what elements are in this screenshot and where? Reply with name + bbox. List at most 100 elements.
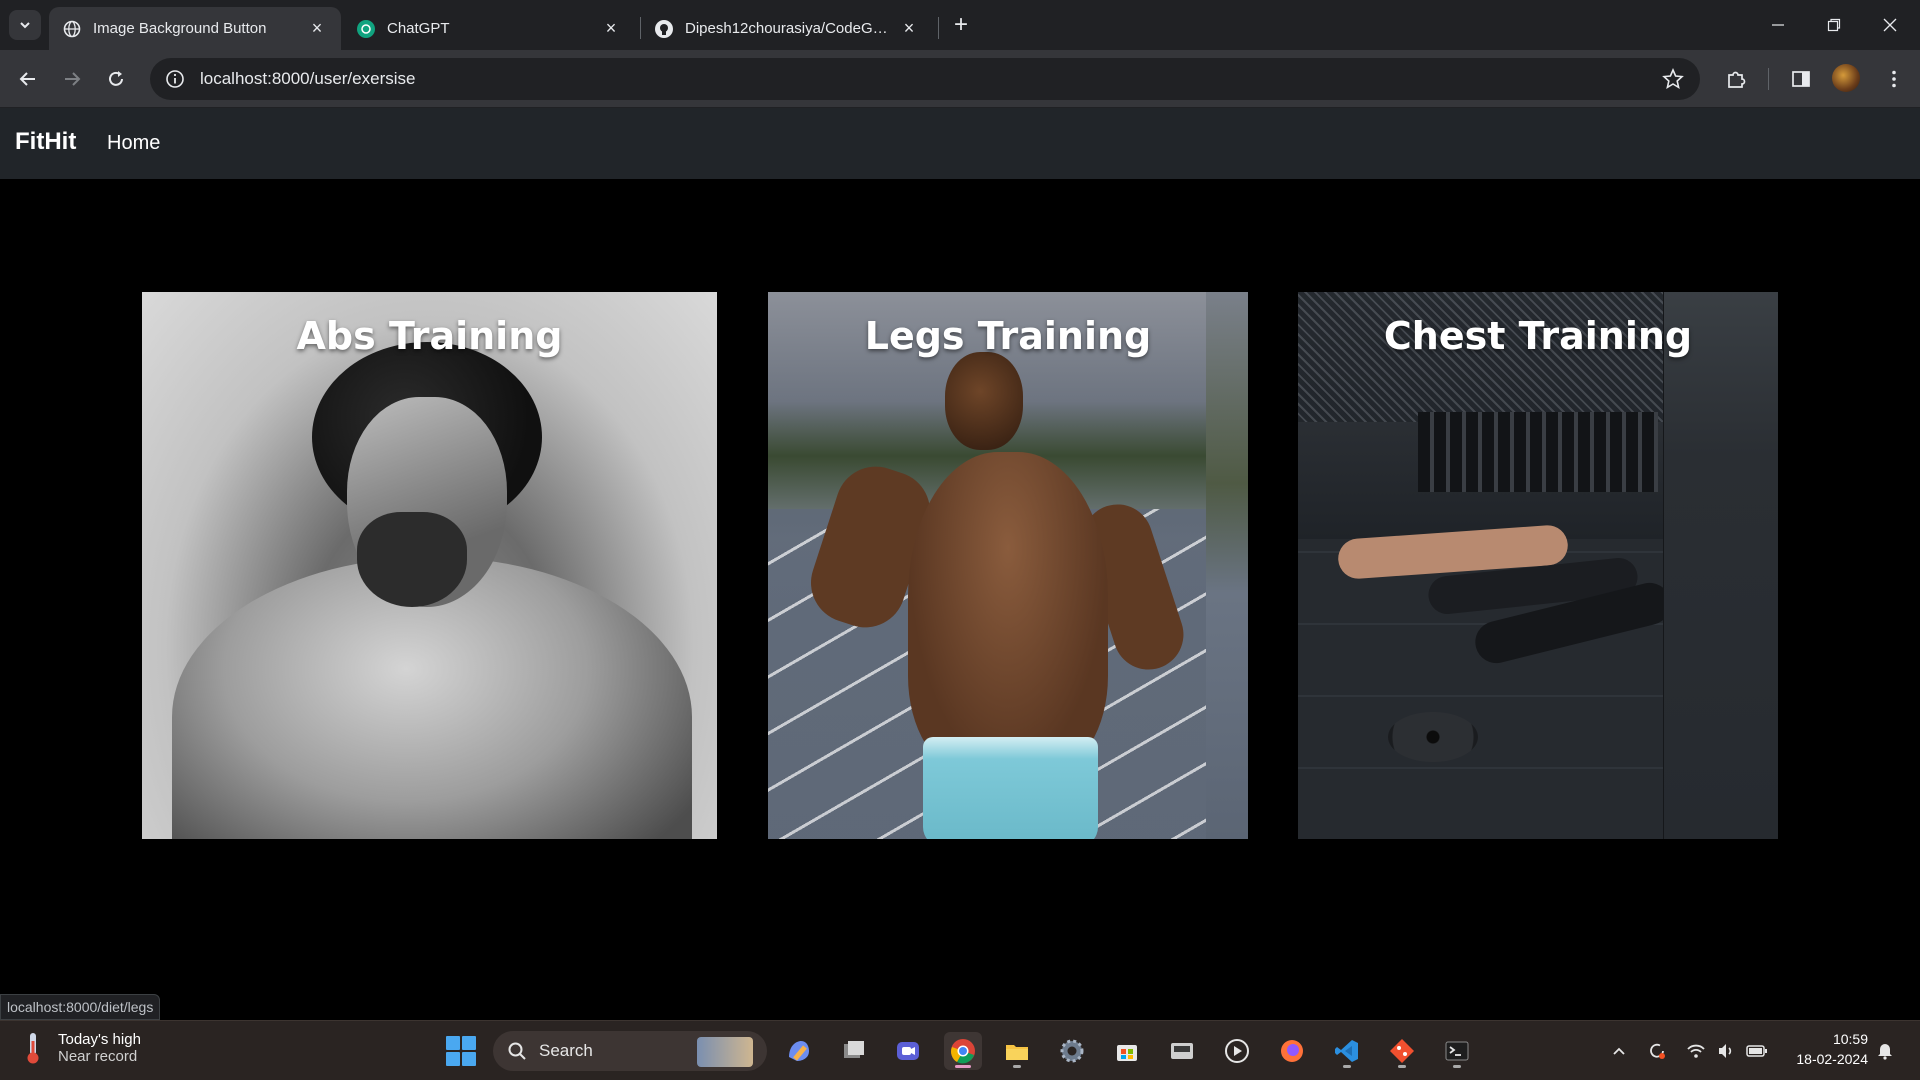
thermometer-icon: [27, 1033, 39, 1064]
terminal-app[interactable]: [1438, 1032, 1476, 1070]
tab-search-button[interactable]: [9, 10, 41, 40]
weather-subtitle: Near record: [58, 1048, 138, 1065]
photo-detail: [908, 452, 1108, 772]
wifi-tray-button[interactable]: [1684, 1039, 1708, 1063]
back-arrow-icon: [19, 72, 35, 86]
photo-detail: [1663, 292, 1778, 839]
system-clock[interactable]: 10:59 18-02-2024: [1780, 1029, 1868, 1069]
more-vertical-icon: [1892, 70, 1896, 88]
tab-title: Dipesh12chourasiya/CodeGym:: [685, 20, 891, 37]
search-icon: [508, 1042, 526, 1060]
brand-logo-link[interactable]: FitHit: [15, 128, 76, 156]
tab-strip: Image Background Button × ChatGPT × Dipe…: [0, 0, 1920, 50]
git-app[interactable]: [1383, 1032, 1421, 1070]
file-explorer-icon: [1006, 1045, 1028, 1060]
puzzle-icon: [1728, 71, 1746, 88]
sync-tray-button[interactable]: [1645, 1039, 1669, 1063]
address-bar[interactable]: localhost:8000/user/exersise: [150, 58, 1700, 100]
terminal-icon: [1445, 1041, 1469, 1061]
tab-separator: [938, 17, 939, 39]
side-panel-icon: [1792, 71, 1810, 87]
firefox-app[interactable]: [1273, 1032, 1311, 1070]
tab-github[interactable]: Dipesh12chourasiya/CodeGym: ×: [641, 7, 933, 50]
chevron-down-icon: [20, 22, 30, 29]
chrome-icon: [951, 1039, 975, 1064]
reload-button[interactable]: [100, 63, 132, 95]
meet-icon: [897, 1042, 919, 1060]
toolbar-divider: [1768, 68, 1769, 90]
vscode-app[interactable]: [1328, 1032, 1366, 1070]
vm-app[interactable]: [1163, 1032, 1201, 1070]
task-view-icon: [844, 1041, 864, 1058]
tab-chatgpt[interactable]: ChatGPT ×: [343, 7, 635, 50]
card-label: Abs Training: [296, 314, 563, 358]
meet-app[interactable]: [889, 1032, 927, 1070]
clock-date: 18-02-2024: [1796, 1051, 1868, 1067]
clock-time: 10:59: [1832, 1031, 1868, 1047]
show-hidden-icons-button[interactable]: [1607, 1039, 1631, 1063]
back-button[interactable]: [12, 63, 44, 95]
abs-training-button[interactable]: Abs Training: [142, 292, 717, 839]
card-label: Legs Training: [864, 314, 1152, 358]
copilot-app[interactable]: [780, 1032, 818, 1070]
photo-detail: [923, 737, 1098, 839]
close-window-button[interactable]: [1862, 0, 1918, 50]
settings-app[interactable]: [1053, 1032, 1091, 1070]
git-icon: [1390, 1039, 1414, 1063]
profile-avatar[interactable]: [1832, 64, 1860, 92]
photo-detail: [357, 512, 467, 607]
legs-training-button[interactable]: Legs Training: [768, 292, 1248, 839]
forward-button[interactable]: [56, 63, 88, 95]
browser-toolbar: localhost:8000/user/exersise: [0, 50, 1920, 108]
url-text[interactable]: localhost:8000/user/exersise: [200, 69, 415, 89]
bell-icon: [1878, 1044, 1892, 1060]
chest-training-button[interactable]: Chest Training: [1298, 292, 1778, 839]
nav-home-link[interactable]: Home: [107, 132, 160, 155]
extensions-button[interactable]: [1722, 65, 1750, 93]
volume-icon: [1719, 1044, 1732, 1058]
windows-taskbar: Today's high Near record Search 10:59 18…: [0, 1020, 1920, 1080]
site-info-icon[interactable]: [164, 68, 186, 90]
close-tab-icon[interactable]: ×: [601, 18, 621, 39]
close-tab-icon[interactable]: ×: [899, 18, 919, 39]
task-view-app[interactable]: [835, 1032, 873, 1070]
taskbar-search[interactable]: Search: [493, 1031, 767, 1071]
chatgpt-icon: [357, 19, 375, 38]
media-player-app[interactable]: [1218, 1032, 1256, 1070]
new-tab-button[interactable]: +: [948, 12, 974, 38]
github-icon: [655, 19, 673, 38]
store-app[interactable]: [1108, 1032, 1146, 1070]
tab-image-background-button[interactable]: Image Background Button ×: [49, 7, 341, 50]
media-player-icon: [1225, 1039, 1249, 1063]
restore-icon: [1827, 18, 1841, 32]
volume-tray-button[interactable]: [1714, 1039, 1738, 1063]
minimize-button[interactable]: [1750, 0, 1806, 50]
vscode-icon: [1335, 1040, 1358, 1062]
chevron-up-icon: [1613, 1047, 1625, 1055]
close-icon: [1883, 18, 1897, 32]
link-status-bubble: localhost:8000/diet/legs: [0, 994, 161, 1020]
notifications-button[interactable]: [1873, 1039, 1897, 1063]
web-page: FitHit Home Abs Training Legs Training C…: [0, 108, 1920, 1020]
wifi-icon: [1687, 1044, 1705, 1058]
side-panel-button[interactable]: [1787, 65, 1815, 93]
photo-detail: [1418, 412, 1658, 492]
battery-tray-button[interactable]: [1745, 1039, 1769, 1063]
file-explorer-app[interactable]: [998, 1032, 1036, 1070]
photo-detail: [1388, 712, 1478, 762]
close-tab-icon[interactable]: ×: [307, 18, 327, 39]
photo-detail: [945, 352, 1023, 450]
start-button[interactable]: [446, 1036, 476, 1066]
forward-arrow-icon: [65, 72, 81, 86]
restore-button[interactable]: [1806, 0, 1862, 50]
bookmark-star-icon[interactable]: [1662, 68, 1684, 90]
battery-icon: [1746, 1045, 1767, 1057]
minimize-icon: [1772, 24, 1784, 26]
weather-widget[interactable]: Today's high Near record: [22, 1031, 141, 1065]
settings-icon: [1060, 1039, 1084, 1063]
reload-icon: [109, 71, 123, 86]
card-label: Chest Training: [1383, 314, 1693, 358]
photo-detail: [1206, 292, 1248, 839]
chrome-app[interactable]: [944, 1032, 982, 1070]
menu-button[interactable]: [1880, 65, 1908, 93]
